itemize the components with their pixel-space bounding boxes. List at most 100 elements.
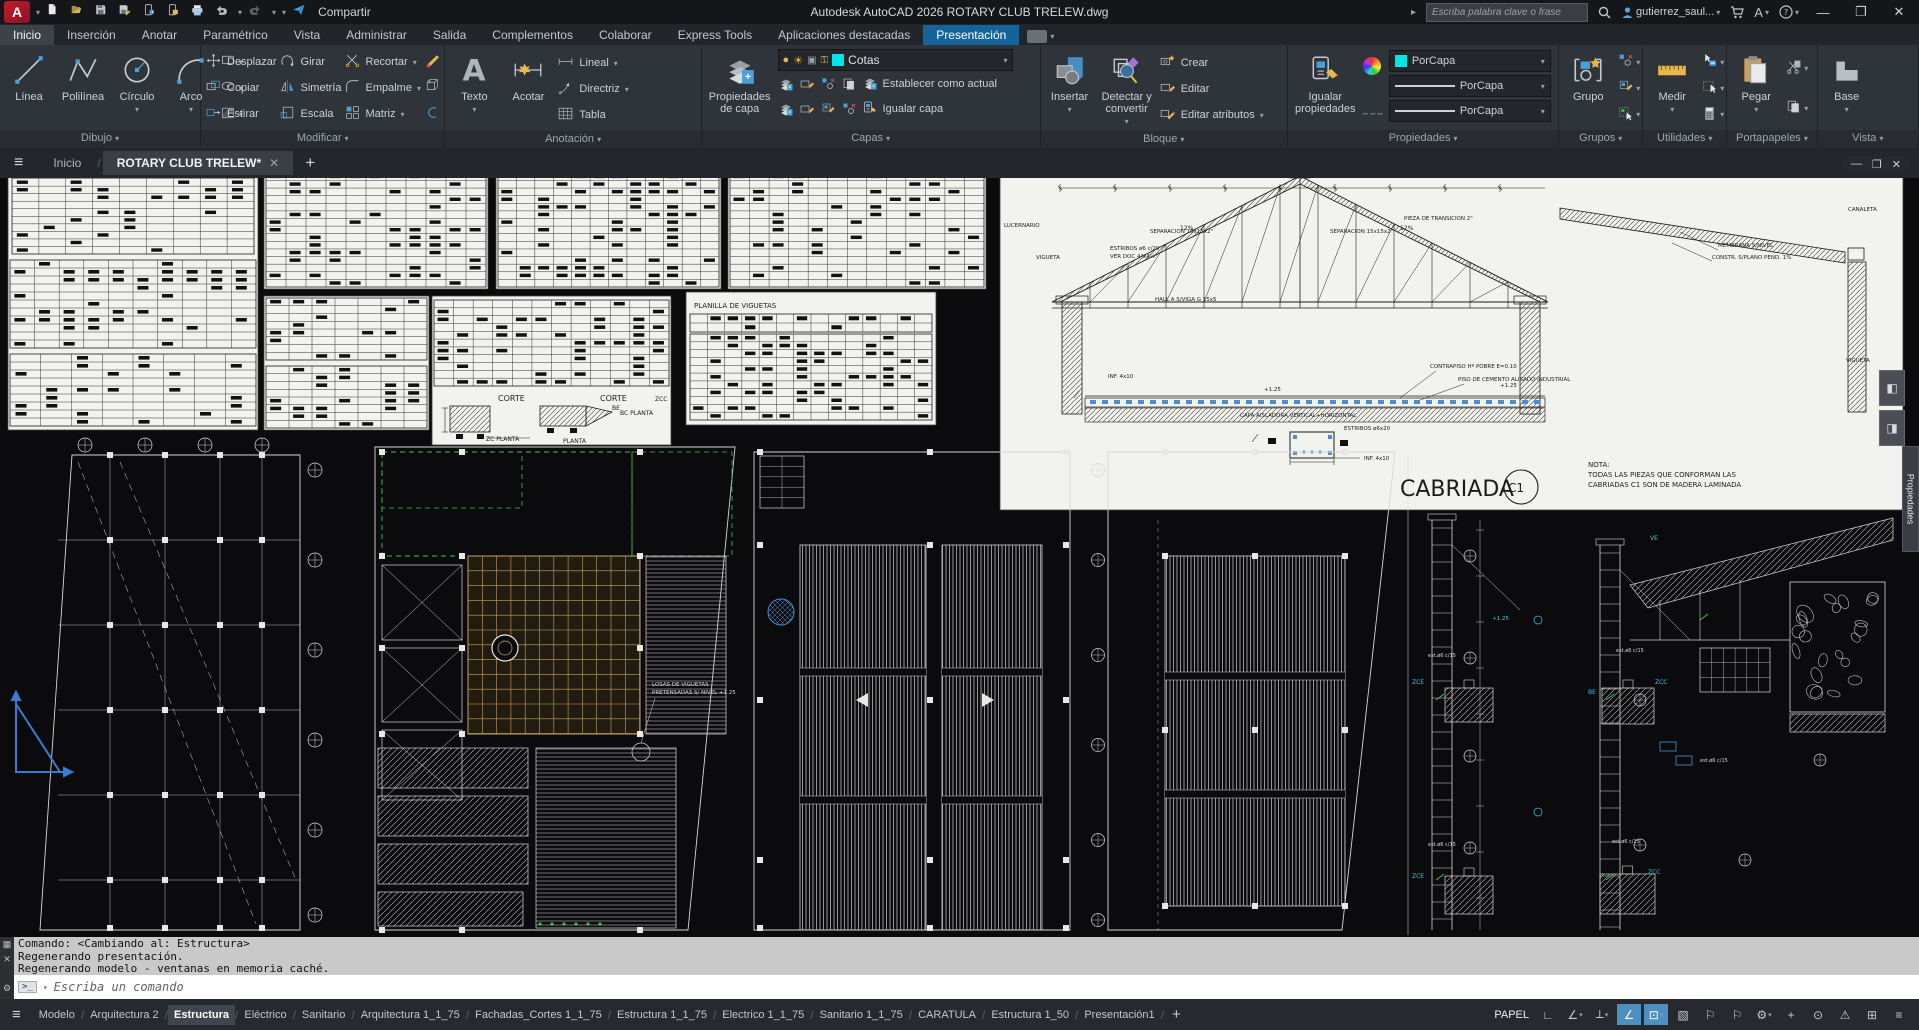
layout-tab-electrico-1-1-75[interactable]: Electrico 1_1_75: [716, 1005, 810, 1025]
layout-tab-presentaci-n1[interactable]: Presentación1: [1078, 1005, 1160, 1025]
tool-modificar-erase[interactable]: [423, 49, 440, 75]
tool-utilidades-selw[interactable]: ▾: [1701, 78, 1724, 98]
status-object-snap-icon[interactable]: ⊡▾: [1644, 1004, 1668, 1025]
tool-grupos-gdis[interactable]: ▾: [1617, 52, 1640, 72]
drawing-canvas[interactable]: 12%12% PLANILLA DE VIGUETASCORTECORTEBEZ…: [0, 178, 1919, 937]
file-tab-close-icon[interactable]: ✕: [269, 156, 279, 170]
layer-dropdown[interactable]: ● ☀ ▣ ⚿ Cotas ▾: [778, 49, 1013, 71]
tool-bloque-insertar[interactable]: Insertar▾: [1045, 47, 1095, 131]
search-input[interactable]: Escriba palabra clave o frase: [1426, 3, 1588, 22]
palette-anchor-button[interactable]: ◧: [1879, 370, 1905, 406]
tool-modificar-matriz[interactable]: Matriz▾: [344, 101, 421, 127]
menu-tab-vista[interactable]: Vista: [281, 25, 333, 45]
linetype-icon[interactable]: ╌╌╌: [1363, 109, 1385, 120]
cmd-tools-icon[interactable]: ⚙: [3, 983, 11, 994]
command-caret-icon[interactable]: ▾: [43, 983, 48, 992]
layout-tab-estructura-1-50[interactable]: Estructura 1_50: [985, 1005, 1075, 1025]
palette-anchor-button-2[interactable]: ◨: [1879, 410, 1905, 446]
tool-capas-establecer-como-actual[interactable]: Establecer como actual: [778, 72, 1013, 96]
minimize-button[interactable]: —: [1809, 5, 1837, 20]
status-annotation-visibility-icon[interactable]: ⚐: [1698, 1004, 1722, 1025]
panel-label-vista[interactable]: Vista ▾: [1818, 130, 1918, 148]
properties-palette-tab[interactable]: Propiedades: [1902, 446, 1919, 552]
tool-grupos-grupo[interactable]: Grupo: [1563, 47, 1613, 130]
tool-dibujo-polil-nea[interactable]: Polilínea: [58, 47, 108, 130]
redo-icon[interactable]: [248, 3, 266, 21]
tool-portapapeles-pegar[interactable]: Pegar▾: [1731, 47, 1781, 130]
property-dropdown-color[interactable]: PorCapa▾: [1389, 50, 1551, 72]
autocad-logo[interactable]: A: [4, 1, 30, 23]
tool-utilidades-medir[interactable]: Medir▾: [1647, 47, 1697, 130]
autodesk-access-icon[interactable]: A▾: [1754, 5, 1769, 20]
app-store-cart-icon[interactable]: [1730, 6, 1744, 19]
layout-tab-fachadas-cortes-1-1-75[interactable]: Fachadas_Cortes 1_1_75: [469, 1005, 608, 1025]
layout-tab-modelo[interactable]: Modelo: [33, 1005, 81, 1025]
tool-bloque-editar[interactable]: Editar: [1159, 76, 1264, 102]
menu-tab-salida[interactable]: Salida: [420, 25, 479, 45]
panel-label-capas[interactable]: Capas ▾: [702, 130, 1040, 148]
panel-label-dibujo[interactable]: Dibujo ▾: [0, 130, 200, 148]
status-annotation-scale-add-icon[interactable]: +: [1779, 1004, 1803, 1025]
help-icon[interactable]: ? ▾: [1779, 5, 1799, 19]
tool-propiedades-igualar[interactable]: Igualarpropiedades: [1292, 47, 1359, 130]
new-layout-button[interactable]: +: [1164, 1006, 1189, 1023]
menu-tab-inicio[interactable]: Inicio: [0, 25, 54, 45]
menu-tab-administrar[interactable]: Administrar: [333, 25, 420, 45]
vp-close-icon[interactable]: ✕: [1892, 158, 1901, 171]
panel-label-utilidades[interactable]: Utilidades ▾: [1643, 130, 1726, 148]
cmd-grip-icon[interactable]: ▦: [3, 939, 12, 950]
save-to-web-icon[interactable]: [166, 3, 184, 21]
app-menu-caret-icon[interactable]: ▾: [36, 8, 40, 17]
panel-label-grupos[interactable]: Grupos ▾: [1559, 130, 1642, 148]
menu-tab-inserci-n[interactable]: Inserción: [54, 25, 129, 45]
layout-tab-sanitario-1-1-75[interactable]: Sanitario 1_1_75: [814, 1005, 909, 1025]
status-clean-screen-icon[interactable]: ⊞: [1860, 1004, 1884, 1025]
tool-grupos-gsel[interactable]: ▾: [1617, 105, 1640, 125]
status-autoscale-icon[interactable]: ⚐: [1725, 1004, 1749, 1025]
tool-modificar-escala[interactable]: Escala: [279, 101, 342, 127]
tool-dibujo-c-rculo[interactable]: Círculo▾: [112, 47, 162, 130]
qat-customize-icon[interactable]: ▾: [282, 8, 286, 17]
tool-capas-igualar-capa[interactable]: Igualar capa: [778, 97, 1013, 121]
status-graphics-warning-icon[interactable]: ⚠: [1833, 1004, 1857, 1025]
tool-modificar-empalme[interactable]: Empalme▾: [344, 75, 421, 101]
panel-label-anotacion[interactable]: Anotación ▾: [445, 131, 700, 148]
save-as-icon[interactable]: [118, 3, 136, 21]
tool-utilidades-calc[interactable]: ▾: [1701, 105, 1724, 125]
tool-anotacion-texto[interactable]: A Texto▾: [449, 47, 499, 131]
tool-modificar-girar[interactable]: Girar: [279, 49, 342, 75]
layout-tab-arquitectura-1-1-75[interactable]: Arquitectura 1_1_75: [355, 1005, 466, 1025]
tool-anotacion-acotar[interactable]: Acotar: [503, 47, 553, 131]
status-isodraft-icon[interactable]: ⟂▾: [1590, 1004, 1614, 1025]
status-customization-gear-icon[interactable]: ⚙▾: [1752, 1004, 1776, 1025]
menu-tab-aplicaciones-destacadas[interactable]: Aplicaciones destacadas: [765, 25, 923, 45]
tool-utilidades-qsel[interactable]: ▾: [1701, 52, 1724, 72]
layout-tab-estructura-1-1-75[interactable]: Estructura 1_1_75: [611, 1005, 713, 1025]
tool-bloque-detectar-y[interactable]: Detectar yconvertir▾: [1099, 47, 1155, 131]
panel-label-bloque[interactable]: Bloque ▾: [1041, 131, 1287, 148]
layout-tab-sanitario[interactable]: Sanitario: [296, 1005, 351, 1025]
plot-icon[interactable]: [190, 3, 208, 21]
vp-minimize-icon[interactable]: —: [1851, 158, 1862, 171]
panel-label-portapapeles[interactable]: Portapapeles ▾: [1727, 130, 1816, 148]
open-file-icon[interactable]: [70, 3, 88, 21]
menu-tab-presentaci-n[interactable]: Presentación: [923, 25, 1019, 45]
undo-icon[interactable]: [214, 3, 232, 21]
tool-grupos-gedit[interactable]: ▾: [1617, 78, 1640, 98]
tool-modificar-estirar[interactable]: Estirar: [205, 101, 277, 127]
user-icon[interactable]: gutierrez_saul... ▾: [1621, 6, 1720, 19]
tool-bloque-crear[interactable]: Crear: [1159, 50, 1264, 76]
status-customization-menu-icon[interactable]: ≡: [1887, 1004, 1911, 1025]
tool-anotacion-lineal[interactable]: Lineal▾: [557, 50, 628, 76]
layout-tab-arquitectura-2[interactable]: Arquitectura 2: [84, 1005, 164, 1025]
vp-restore-icon[interactable]: ❐: [1872, 158, 1882, 171]
panel-label-modificar[interactable]: Modificar ▾: [201, 130, 444, 148]
restore-button[interactable]: ❐: [1847, 4, 1875, 20]
tool-modificar-recortar[interactable]: Recortar▾: [344, 49, 421, 75]
layout-tab-caratula[interactable]: CARATULA: [912, 1005, 982, 1025]
menu-tab-colaborar[interactable]: Colaborar: [586, 25, 665, 45]
status-snap-mode-icon[interactable]: ∟: [1536, 1004, 1560, 1025]
new-file-icon[interactable]: [46, 3, 64, 21]
ribbon-display-caret-icon[interactable]: ▾: [1050, 32, 1054, 41]
status-object-snap-tracking-icon[interactable]: ∠: [1617, 1004, 1641, 1025]
